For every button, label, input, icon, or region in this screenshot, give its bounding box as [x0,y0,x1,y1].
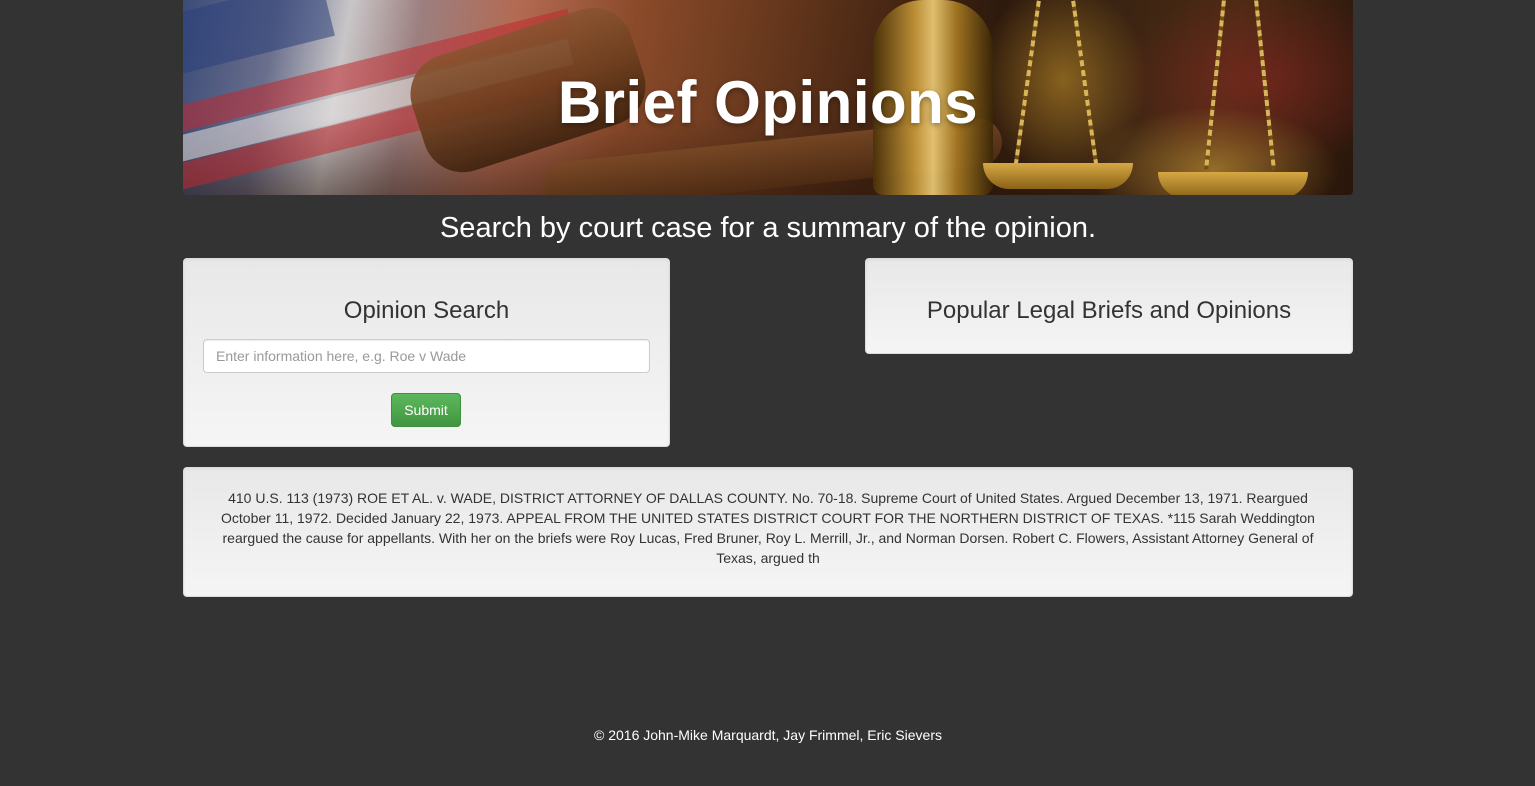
submit-button[interactable]: Submit [391,393,461,427]
page-container: Brief Opinions Search by court case for … [183,0,1353,743]
footer-copyright: © 2016 John-Mike Marquardt, Jay Frimmel,… [594,727,942,743]
opinion-search-heading: Opinion Search [343,297,510,324]
opinion-summary-text: 410 U.S. 113 (1973) ROE ET AL. v. WADE, … [221,490,1315,566]
page-subtitle: Search by court case for a summary of th… [439,212,1097,244]
hero-banner: Brief Opinions [183,0,1353,195]
opinion-search-panel: Opinion Search Submit [183,258,670,447]
popular-briefs-heading: Popular Legal Briefs and Opinions [926,297,1292,324]
search-input[interactable] [203,339,650,373]
popular-briefs-panel: Popular Legal Briefs and Opinions [865,258,1353,354]
opinion-result-panel: 410 U.S. 113 (1973) ROE ET AL. v. WADE, … [183,467,1353,597]
scale-pan-right [1158,172,1308,195]
site-title: Brief Opinions [557,69,979,136]
scale-pan-left [983,163,1133,189]
